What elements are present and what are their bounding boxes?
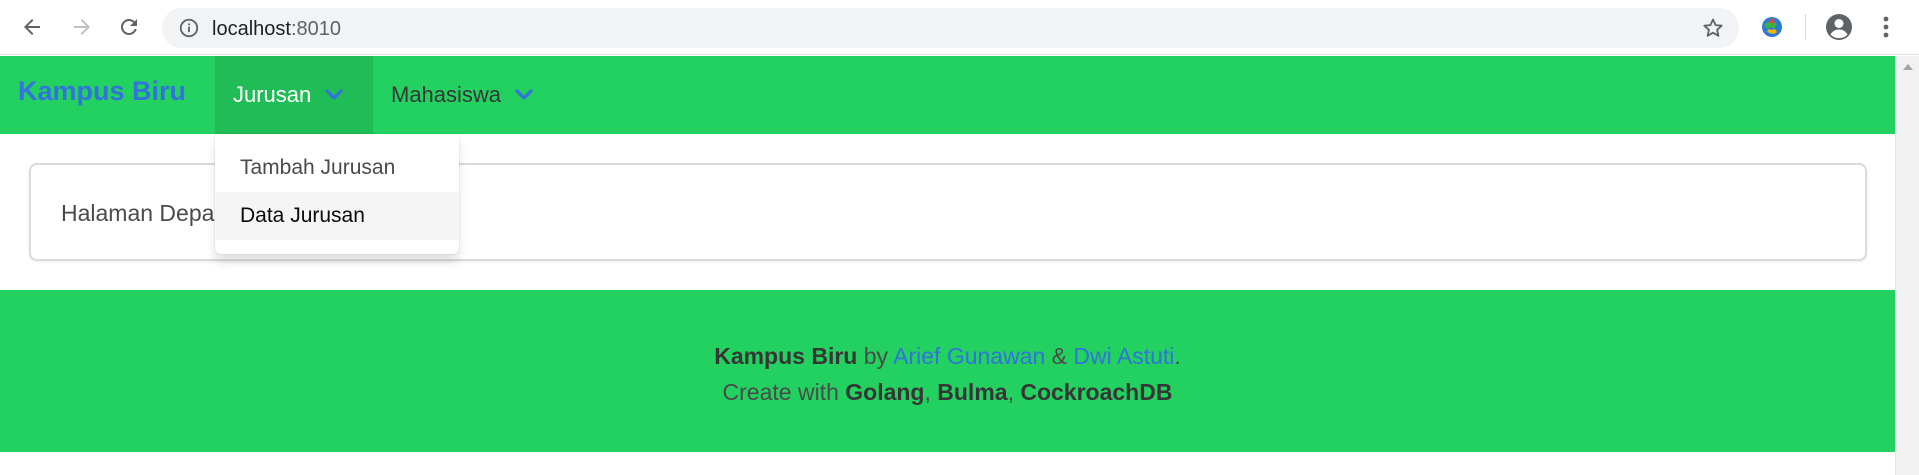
nav-item-jurusan[interactable]: Jurusan xyxy=(215,56,373,134)
author-link-dwi[interactable]: Dwi Astuti xyxy=(1073,343,1174,369)
toolbar-separator xyxy=(1805,14,1806,40)
page-viewport: Kampus Biru Jurusan Mahasiswa Halaman De… xyxy=(0,56,1895,475)
info-icon[interactable] xyxy=(178,17,200,39)
browser-toolbar: localhost:8010 xyxy=(0,0,1919,55)
footer-brand: Kampus Biru xyxy=(714,343,858,369)
card-text: Halaman Depa xyxy=(61,200,215,226)
extension-icon[interactable] xyxy=(1758,13,1786,41)
tech-cockroachdb: CockroachDB xyxy=(1020,379,1173,405)
footer-comma: , xyxy=(924,379,938,405)
footer: Kampus Biru by Arief Gunawan & Dwi Astut… xyxy=(0,290,1895,452)
nav-item-mahasiswa[interactable]: Mahasiswa xyxy=(373,56,553,134)
menu-dots-icon[interactable] xyxy=(1876,12,1896,42)
bookmark-star-icon[interactable] xyxy=(1701,16,1725,40)
dropdown-item-tambah-jurusan[interactable]: Tambah Jurusan xyxy=(215,144,459,192)
scroll-up-arrow-icon[interactable] xyxy=(1903,64,1913,70)
navbar: Kampus Biru Jurusan Mahasiswa xyxy=(0,56,1895,134)
footer-by: by xyxy=(857,343,894,369)
nav-item-label: Jurusan xyxy=(233,82,312,107)
url-host: localhost xyxy=(212,18,291,40)
chevron-down-icon xyxy=(515,89,533,100)
address-bar[interactable]: localhost:8010 xyxy=(162,8,1739,48)
dropdown-item-data-jurusan[interactable]: Data Jurusan xyxy=(215,192,459,240)
url-port: :8010 xyxy=(290,18,341,40)
url-text: localhost:8010 xyxy=(212,18,341,41)
footer-create-with: Create with xyxy=(722,379,846,405)
footer-period: . xyxy=(1174,343,1181,369)
brand-link[interactable]: Kampus Biru xyxy=(18,76,186,107)
jurusan-dropdown-menu: Tambah Jurusan Data Jurusan xyxy=(215,134,459,254)
footer-credit-line: Kampus Biru by Arief Gunawan & Dwi Astut… xyxy=(0,343,1895,370)
nav-item-label: Mahasiswa xyxy=(391,82,502,107)
forward-arrow-icon[interactable] xyxy=(66,11,98,43)
profile-icon[interactable] xyxy=(1824,12,1854,42)
footer-comma: , xyxy=(1007,379,1021,405)
chevron-down-icon xyxy=(325,89,343,100)
tech-bulma: Bulma xyxy=(937,379,1008,405)
tech-golang: Golang xyxy=(845,379,925,405)
footer-amp: & xyxy=(1045,343,1074,369)
footer-tech-line: Create with Golang, Bulma, CockroachDB xyxy=(0,379,1895,406)
back-arrow-icon[interactable] xyxy=(16,11,48,43)
vertical-scrollbar[interactable] xyxy=(1895,56,1919,475)
reload-icon[interactable] xyxy=(113,11,145,43)
author-link-arief[interactable]: Arief Gunawan xyxy=(893,343,1045,369)
